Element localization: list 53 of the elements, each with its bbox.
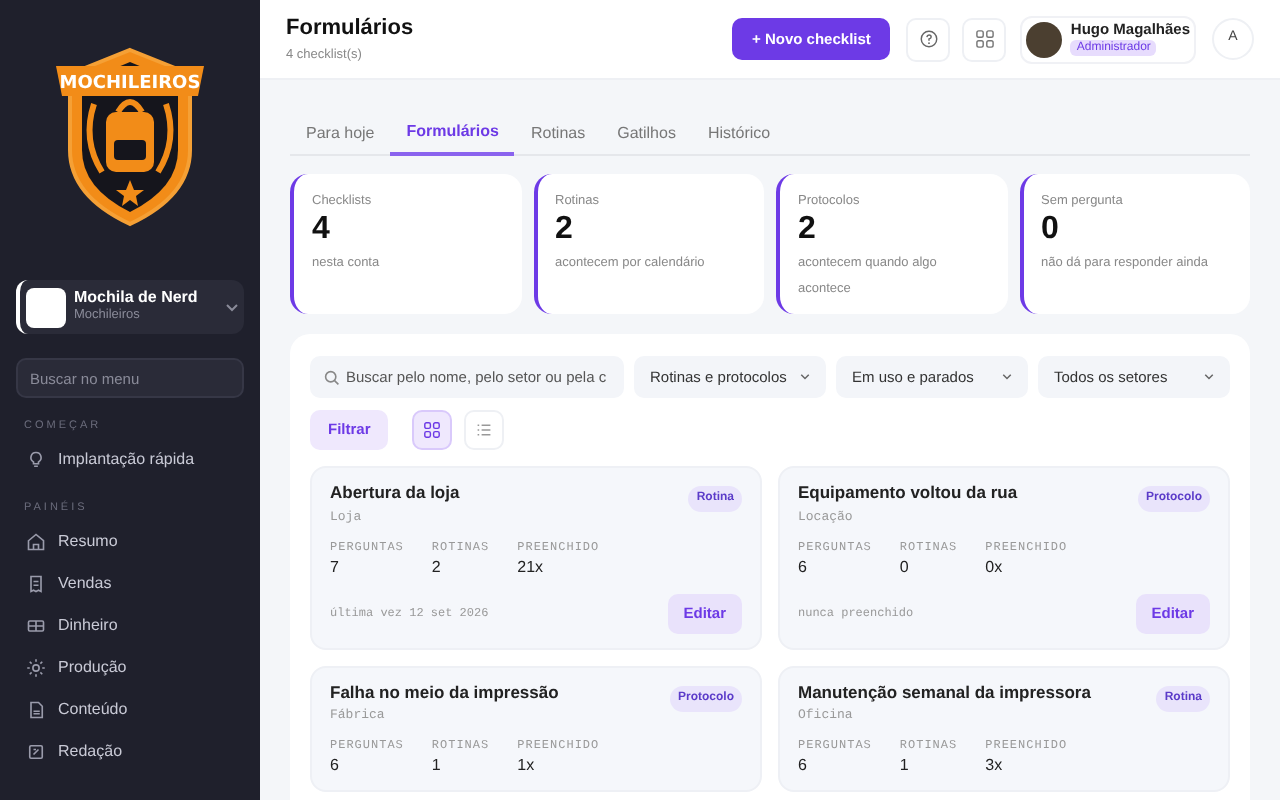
- stat-value: 6: [798, 557, 809, 577]
- grid-icon: [975, 30, 994, 48]
- help-icon: [919, 30, 938, 48]
- sidebar-item[interactable]: Conteúdo: [16, 689, 244, 731]
- grid-view-icon: [424, 422, 441, 438]
- document-icon: [26, 700, 46, 720]
- tab[interactable]: Rotinas: [514, 110, 602, 156]
- sidebar-item[interactable]: Produção: [16, 647, 244, 689]
- tab[interactable]: Formulários: [390, 110, 515, 156]
- sun-icon: [26, 658, 46, 678]
- receipt-icon: [26, 574, 46, 594]
- list-view-icon: [476, 422, 493, 438]
- card-title: Equipamento voltou da rua: [798, 480, 1018, 506]
- chevron-down-icon: [1204, 374, 1214, 380]
- stat-value: 0: [899, 557, 911, 577]
- stat-value: 6: [798, 756, 809, 776]
- stat-value: 2: [798, 211, 818, 248]
- stat-value: 1: [899, 756, 911, 776]
- tab[interactable]: Histórico: [691, 110, 787, 156]
- stat-value: 2: [431, 557, 443, 577]
- lightbulb-icon: [26, 449, 46, 470]
- stat-value: 4: [312, 211, 332, 248]
- stat-value: 1x: [517, 756, 537, 776]
- sidebar-item[interactable]: Implantação rápida: [16, 438, 244, 481]
- card-title: Falha no meio da impressão: [330, 679, 559, 705]
- notepad-icon: [26, 742, 46, 762]
- sidebar-item[interactable]: Redação: [16, 731, 244, 773]
- tab[interactable]: Para hoje: [290, 110, 391, 156]
- chevron-down-icon: [226, 303, 238, 311]
- sidebar-item[interactable]: Dinheiro: [16, 605, 244, 647]
- card-title: Manutenção semanal da impressora: [798, 679, 1091, 705]
- stat-value: 3x: [985, 756, 1005, 776]
- wallet-icon: [26, 616, 46, 636]
- page-title: Formulários: [286, 14, 416, 45]
- stat-value: 0: [1041, 211, 1061, 248]
- apps-button[interactable]: [962, 17, 1007, 61]
- help-button[interactable]: [906, 17, 951, 61]
- stat-value: 21x: [517, 557, 546, 577]
- chevron-down-icon: [1002, 374, 1012, 380]
- sidebar-item[interactable]: Resumo: [16, 521, 244, 563]
- stat-value: 6: [330, 756, 341, 776]
- stat-value: 0x: [985, 557, 1005, 577]
- home-icon: [26, 532, 46, 552]
- user-avatar: [1026, 21, 1063, 57]
- stat-value: 1: [431, 756, 443, 776]
- stat-value: 7: [330, 557, 341, 577]
- sidebar-item[interactable]: Vendas: [16, 563, 244, 605]
- workspace-avatar: [26, 287, 66, 327]
- card-title: Abertura da loja: [330, 480, 460, 506]
- stat-value: 2: [555, 211, 575, 248]
- tab[interactable]: Gatilhos: [601, 110, 692, 156]
- chevron-down-icon: [800, 374, 810, 380]
- view-toggle[interactable]: [412, 410, 453, 450]
